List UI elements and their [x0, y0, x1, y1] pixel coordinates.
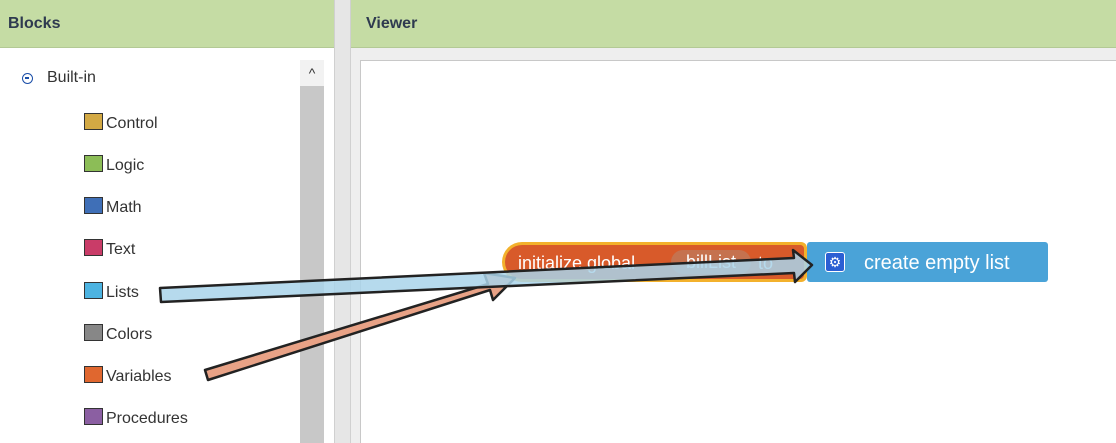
gear-icon[interactable]: ⚙ [825, 252, 845, 272]
lists-swatch-icon [84, 281, 103, 299]
variables-swatch-icon [84, 365, 103, 383]
category-text[interactable]: Text [84, 238, 135, 262]
procedures-swatch-icon [84, 407, 103, 425]
category-label: Lists [106, 284, 139, 301]
scroll-up-icon[interactable]: ^ [300, 60, 324, 86]
tree-node-builtin[interactable]: Built-in [22, 64, 96, 92]
category-label: Text [106, 241, 136, 258]
category-colors[interactable]: Colors [84, 323, 152, 347]
category-label: Variables [106, 368, 172, 385]
category-label: Procedures [106, 410, 188, 427]
category-procedures[interactable]: Procedures [84, 407, 188, 431]
category-lists[interactable]: Lists [84, 281, 139, 305]
category-control[interactable]: Control [84, 112, 158, 136]
viewer-panel-title: Viewer [351, 0, 1116, 48]
math-swatch-icon [84, 196, 103, 214]
category-variables[interactable]: Variables [84, 365, 172, 389]
category-label: Control [106, 115, 158, 132]
category-logic[interactable]: Logic [84, 154, 144, 178]
create-empty-list-label: create empty list [864, 252, 1010, 274]
init-prefix-text: initialize global [518, 253, 636, 273]
collapse-icon[interactable] [22, 72, 33, 84]
colors-swatch-icon [84, 323, 103, 341]
logic-swatch-icon [84, 154, 103, 172]
variable-name-field[interactable]: billList [671, 250, 751, 274]
blocks-scrollbar[interactable] [300, 60, 324, 443]
init-suffix-text: to [758, 253, 774, 273]
blocks-panel-title: Blocks [0, 0, 334, 48]
category-label: Logic [106, 157, 145, 174]
builtin-label: Built-in [47, 69, 96, 86]
panel-splitter[interactable] [334, 0, 351, 443]
control-swatch-icon [84, 112, 103, 130]
category-label: Math [106, 199, 142, 216]
category-math[interactable]: Math [84, 196, 142, 220]
category-label: Colors [106, 326, 153, 343]
text-swatch-icon [84, 238, 103, 256]
